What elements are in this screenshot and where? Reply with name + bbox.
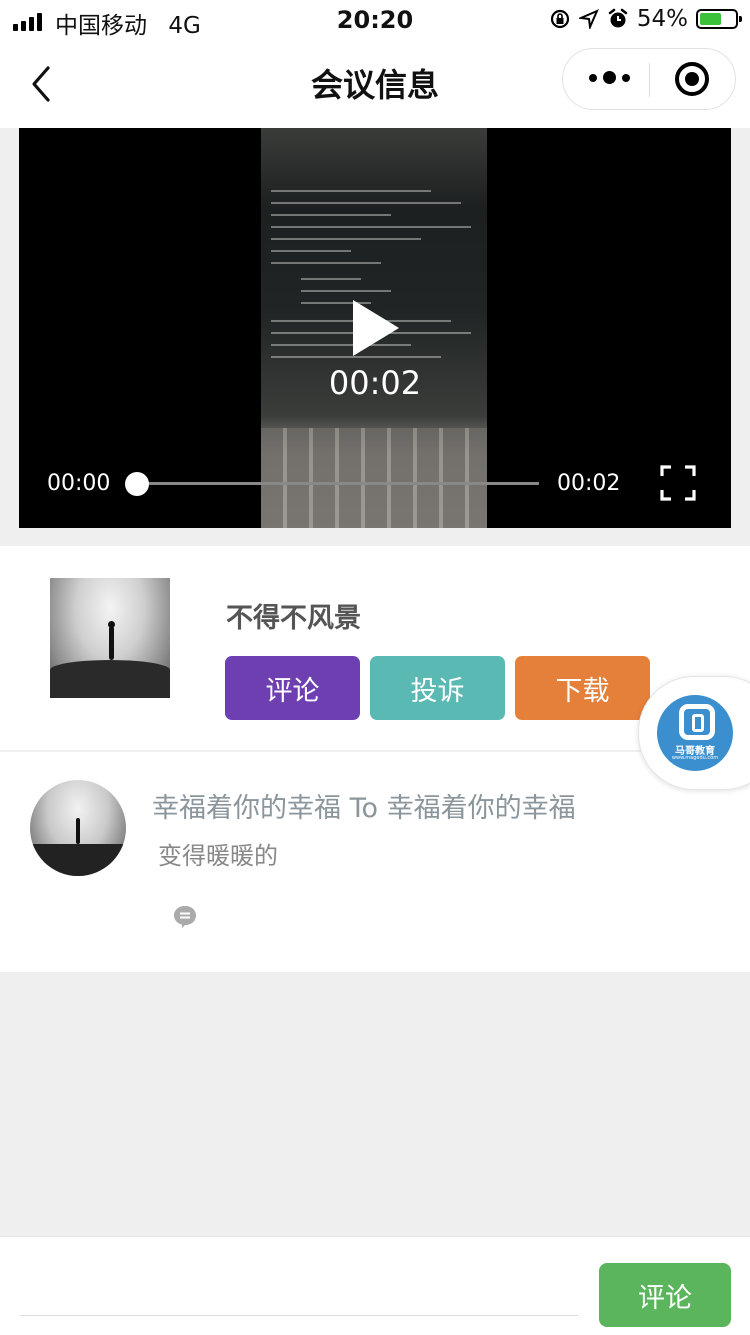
floating-logo-button[interactable]: 马哥教育 www.magedu.com bbox=[638, 676, 750, 790]
mini-program-capsule bbox=[562, 48, 736, 110]
submit-comment-button[interactable]: 评论 bbox=[599, 1263, 731, 1327]
orientation-lock-icon bbox=[550, 9, 569, 29]
meeting-info-card: 不得不风景 评论 投诉 下载 bbox=[0, 546, 750, 750]
comment-text: 变得暖暖的 bbox=[158, 842, 278, 870]
video-current-time: 00:00 bbox=[47, 471, 111, 496]
brand-logo-url: www.magedu.com bbox=[671, 755, 719, 761]
battery-icon bbox=[696, 9, 742, 29]
more-icon[interactable] bbox=[589, 71, 630, 84]
meeting-title: 不得不风景 bbox=[226, 603, 361, 634]
capsule-divider bbox=[649, 63, 650, 97]
meeting-thumbnail bbox=[50, 578, 170, 698]
fullscreen-icon[interactable] bbox=[660, 465, 696, 501]
comment-button[interactable]: 评论 bbox=[225, 656, 360, 720]
location-icon bbox=[578, 9, 599, 29]
play-icon[interactable] bbox=[353, 300, 399, 356]
video-progress-track[interactable] bbox=[127, 482, 539, 485]
download-button[interactable]: 下载 bbox=[515, 656, 650, 720]
video-duration: 00:02 bbox=[557, 471, 621, 496]
status-bar: 中国移动 4G 20:20 54% bbox=[0, 0, 750, 42]
complain-button[interactable]: 投诉 bbox=[370, 656, 505, 720]
brand-logo: 马哥教育 www.magedu.com bbox=[657, 695, 733, 771]
comment-input[interactable] bbox=[20, 1315, 578, 1316]
status-right: 54% bbox=[549, 6, 742, 32]
video-center-duration: 00:02 bbox=[328, 364, 422, 402]
close-mini-program-icon[interactable] bbox=[675, 62, 709, 96]
battery-percent: 54% bbox=[636, 6, 688, 32]
video-progress-thumb[interactable] bbox=[125, 472, 149, 496]
comment-item: 幸福着你的幸福 To 幸福着你的幸福 变得暖暖的 bbox=[0, 752, 750, 972]
comment-header: 幸福着你的幸福 To 幸福着你的幸福 bbox=[152, 793, 576, 824]
video-player[interactable]: 00:02 00:00 00:02 bbox=[19, 128, 731, 528]
navigation-bar: 会议信息 bbox=[0, 42, 750, 128]
brand-logo-icon bbox=[679, 704, 715, 740]
reply-icon[interactable] bbox=[172, 904, 198, 930]
avatar bbox=[30, 780, 126, 876]
comment-input-bar: 评论 bbox=[0, 1236, 750, 1335]
alarm-icon bbox=[608, 8, 628, 28]
